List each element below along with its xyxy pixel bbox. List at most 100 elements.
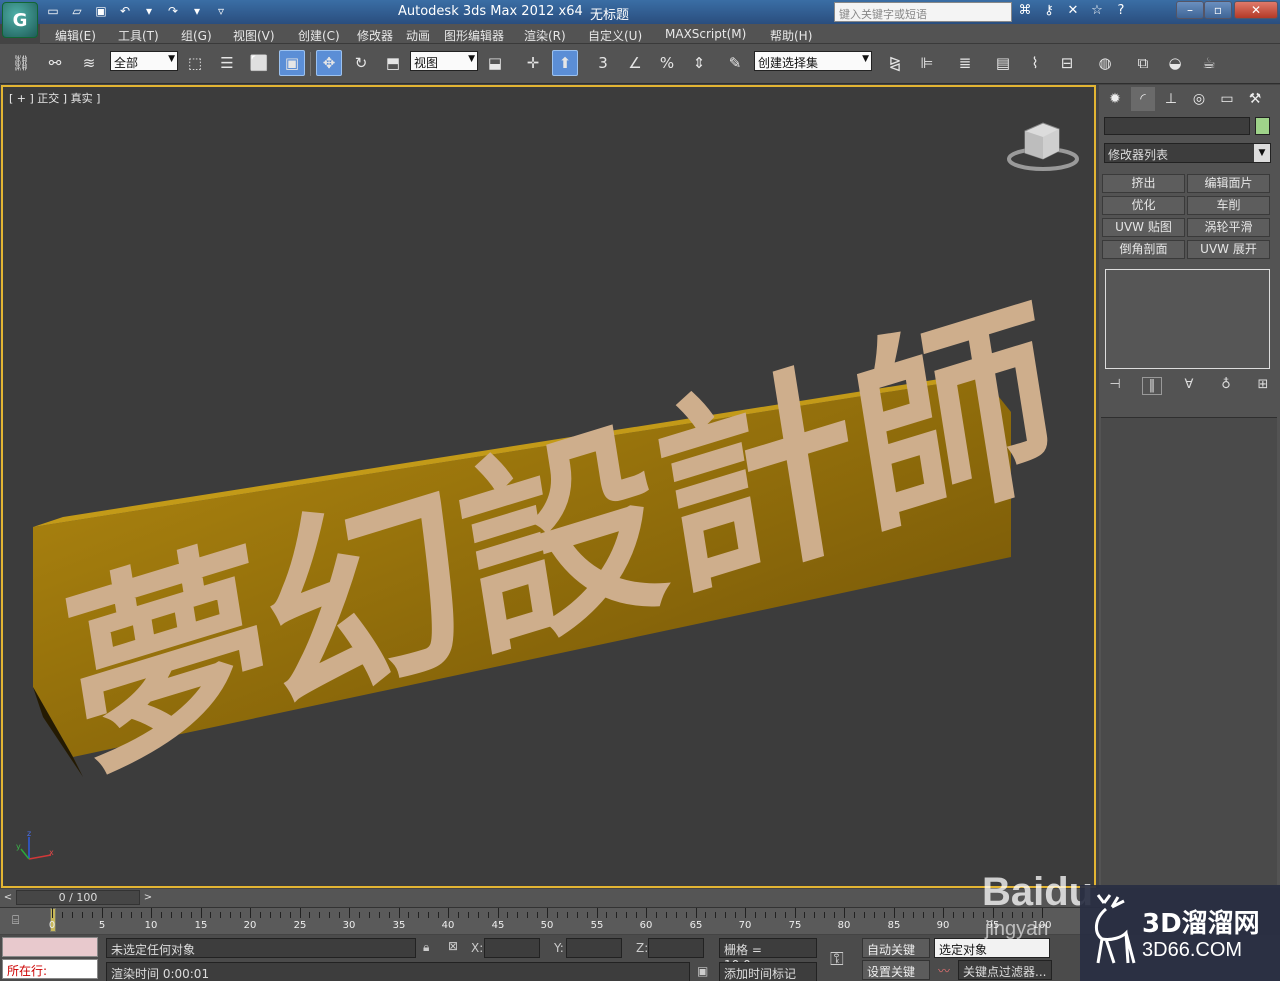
select-by-name-icon[interactable]: ☰ — [214, 50, 240, 76]
modifier-turbosmooth-button[interactable]: 涡轮平滑 — [1187, 218, 1270, 237]
display-tab-icon[interactable]: ▭ — [1215, 87, 1239, 111]
redo-icon[interactable]: ↷ — [164, 3, 182, 19]
menu-tools[interactable]: 工具(T) — [118, 27, 159, 44]
select-object-icon[interactable]: ⬚ — [182, 50, 208, 76]
bind-space-warp-icon[interactable]: ≋ — [76, 50, 102, 76]
menu-maxscript[interactable]: MAXScript(M) — [665, 27, 746, 41]
angle-snap-icon[interactable]: ∠ — [622, 50, 648, 76]
material-editor-icon[interactable]: ◍ — [1092, 50, 1118, 76]
add-time-tag-button[interactable]: 添加时间标记 — [719, 962, 817, 981]
track-bar[interactable]: ⌸ 0 5 10 15 20 25 30 35 40 45 50 55 60 65 70 75 80 85 90 95… — [0, 907, 1100, 934]
modifier-extrude-button[interactable]: 挤出 — [1102, 174, 1185, 193]
selection-lock-icon[interactable]: 🔒︎ — [423, 940, 429, 955]
new-file-icon[interactable]: ▭ — [44, 3, 62, 19]
set-key-icon[interactable]: ⚿ — [830, 949, 844, 970]
y-coordinate-field[interactable] — [566, 938, 622, 958]
menu-view[interactable]: 视图(V) — [233, 27, 275, 44]
auto-key-button[interactable]: 自动关键点 — [862, 938, 930, 974]
select-and-scale-icon[interactable]: ⬒ — [380, 50, 406, 76]
spinner-snap-icon[interactable]: ⇕ — [686, 50, 712, 76]
schematic-view-icon[interactable]: ⊟ — [1054, 50, 1080, 76]
remove-modifier-icon[interactable]: ♁ — [1216, 377, 1236, 395]
time-slider-prev[interactable]: < — [1, 890, 15, 905]
percent-snap-icon[interactable]: % — [654, 50, 680, 76]
pin-stack-icon[interactable]: ⊣ — [1105, 377, 1125, 395]
mini-curve-editor-icon[interactable]: ⌸ — [12, 913, 32, 929]
motion-tab-icon[interactable]: ◎ — [1187, 87, 1211, 111]
edit-named-selection-icon[interactable]: ✎ — [722, 50, 748, 76]
menu-customize[interactable]: 自定义(U) — [588, 27, 642, 44]
menu-modifiers[interactable]: 修改器 — [357, 27, 393, 44]
binoculars-icon[interactable]: ⌘ — [1016, 3, 1034, 21]
selected-object-dropdown[interactable]: 选定对象 — [934, 938, 1050, 958]
add-time-tag-icon[interactable]: ▣ — [697, 964, 708, 978]
menu-edit[interactable]: 编辑(E) — [55, 27, 96, 44]
undo-icon[interactable]: ↶ — [116, 3, 134, 19]
redo-dropdown-icon[interactable]: ▾ — [188, 3, 206, 19]
modifier-list-dropdown[interactable]: 修改器列表 ▼ — [1104, 143, 1271, 163]
minimize-button[interactable]: – — [1176, 1, 1204, 19]
hierarchy-tab-icon[interactable]: ⊥ — [1159, 87, 1183, 111]
key-filters-button[interactable]: 关键点过滤器... — [958, 960, 1052, 980]
rectangular-selection-icon[interactable]: ⬜ — [246, 50, 272, 76]
mirror-icon[interactable]: ⧎ — [882, 50, 908, 76]
layer-manager-icon[interactable]: ≣ — [952, 50, 978, 76]
modifier-lathe-button[interactable]: 车削 — [1187, 196, 1270, 215]
modifier-optimize-button[interactable]: 优化 — [1102, 196, 1185, 215]
use-pivot-center-icon[interactable]: ⬓ — [482, 50, 508, 76]
selection-filter-dropdown[interactable]: 全部 ▼ — [110, 51, 178, 71]
communication-icon[interactable]: ✕ — [1064, 3, 1082, 21]
perspective-viewport[interactable]: [ + ] 正交 ] 真实 ] 夢幻設計師 z y x — [1, 85, 1096, 888]
graphite-modeling-icon[interactable]: ▤ — [990, 50, 1016, 76]
time-slider-next[interactable]: > — [141, 890, 155, 905]
application-button[interactable]: G — [2, 2, 38, 38]
help-icon[interactable]: ? — [1112, 3, 1130, 21]
menu-animation[interactable]: 动画 — [406, 27, 430, 44]
search-input[interactable]: 键入关键字或短语 — [834, 2, 1012, 22]
make-unique-icon[interactable]: ∀ — [1179, 377, 1199, 395]
create-tab-icon[interactable]: ✹ — [1103, 87, 1127, 111]
render-teapot-icon[interactable]: ☕ — [1196, 50, 1222, 76]
subscription-icon[interactable]: ⚷ — [1040, 3, 1058, 21]
modifier-uvw-map-button[interactable]: UVW 贴图 — [1102, 218, 1185, 237]
menu-group[interactable]: 组(G) — [181, 27, 212, 44]
z-coordinate-field[interactable] — [648, 938, 704, 958]
show-end-result-icon[interactable]: ‖ — [1142, 377, 1162, 395]
modifier-stack[interactable] — [1105, 269, 1270, 369]
select-and-link-icon[interactable]: ⛓ — [8, 50, 34, 76]
open-file-icon[interactable]: ▱ — [68, 3, 86, 19]
select-and-move-icon[interactable]: ✥ — [316, 50, 342, 76]
save-file-icon[interactable]: ▣ — [92, 3, 110, 19]
menu-graph-editors[interactable]: 图形编辑器 — [444, 27, 504, 44]
modify-tab-icon[interactable]: ◜ — [1131, 87, 1155, 111]
select-and-rotate-icon[interactable]: ↻ — [348, 50, 374, 76]
unlink-icon[interactable]: ⚯ — [42, 50, 68, 76]
snaps-toggle-icon[interactable]: 3 — [590, 50, 616, 76]
modifier-bevel-profile-button[interactable]: 倒角剖面 — [1102, 240, 1185, 259]
rendered-frame-window-icon[interactable]: ◒ — [1162, 50, 1188, 76]
keyboard-shortcut-override-icon[interactable]: ⬆ — [552, 50, 578, 76]
object-color-swatch[interactable] — [1255, 117, 1270, 135]
window-crossing-icon[interactable]: ▣ — [279, 50, 305, 76]
time-slider-thumb[interactable]: 0 / 100 — [16, 890, 140, 905]
select-and-manipulate-icon[interactable]: ✛ — [520, 50, 546, 76]
modifier-edit-patch-button[interactable]: 编辑面片 — [1187, 174, 1270, 193]
reference-coordinate-dropdown[interactable]: 视图 ▼ — [410, 51, 478, 71]
undo-dropdown-icon[interactable]: ▾ — [140, 3, 158, 19]
configure-modifier-sets-icon[interactable]: ⊞ — [1253, 377, 1273, 395]
maxscript-listener-mini[interactable] — [2, 937, 98, 957]
curve-editor-icon[interactable]: ⌇ — [1022, 50, 1048, 76]
modifier-unwrap-uvw-button[interactable]: UVW 展开 — [1187, 240, 1270, 259]
favorites-star-icon[interactable]: ☆ — [1088, 3, 1106, 21]
absolute-mode-icon[interactable]: ⊠ — [448, 939, 458, 953]
viewcube[interactable] — [1003, 117, 1081, 177]
object-name-field[interactable] — [1104, 117, 1250, 135]
render-setup-icon[interactable]: ⧉ — [1130, 50, 1156, 76]
menu-rendering[interactable]: 渲染(R) — [524, 27, 566, 44]
utilities-tab-icon[interactable]: ⚒ — [1243, 87, 1267, 111]
set-key-button[interactable]: 设置关键点 — [862, 960, 930, 980]
menu-create[interactable]: 创建(C) — [298, 27, 340, 44]
align-icon[interactable]: ⊫ — [914, 50, 940, 76]
customize-toolbar-icon[interactable]: ▿ — [212, 3, 230, 19]
menu-help[interactable]: 帮助(H) — [770, 27, 812, 44]
